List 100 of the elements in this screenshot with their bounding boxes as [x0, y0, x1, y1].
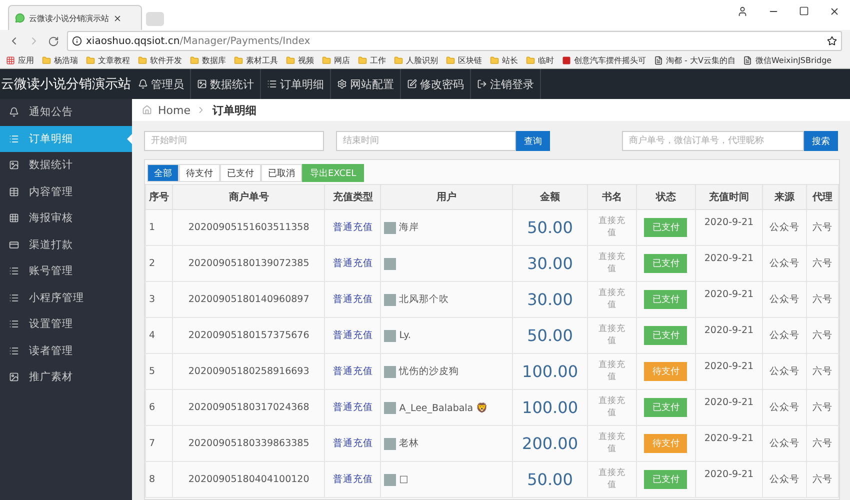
bookmark-link[interactable]: 创意汽车摆件摇头可: [574, 54, 646, 66]
avatar: [384, 330, 396, 342]
recharge-time: 2020-9-21: [703, 361, 755, 372]
sidebar-item[interactable]: 推广素材: [0, 364, 132, 390]
bookmark-link[interactable]: 数据库: [202, 54, 226, 66]
status-badge: 已支付: [644, 254, 688, 273]
book-name: 直接充值: [597, 432, 626, 455]
menu-icon: [9, 240, 19, 250]
column-header: 充值时间: [696, 184, 762, 210]
recharge-time: 2020-9-21: [703, 469, 755, 480]
column-header: 用户: [380, 184, 513, 210]
reload-icon[interactable]: [48, 36, 59, 46]
avatar: [384, 474, 396, 486]
book-name: 直接充值: [597, 360, 626, 383]
sidebar-item[interactable]: 账号管理: [0, 258, 132, 284]
amount: 200.00: [522, 434, 578, 453]
recharge-time: 2020-9-21: [703, 325, 755, 336]
search-button[interactable]: 搜索: [804, 131, 838, 151]
column-header: 充值类型: [324, 184, 381, 210]
query-button[interactable]: 查询: [516, 131, 550, 151]
sidebar-item[interactable]: 读者管理: [0, 338, 132, 364]
menu-icon: [9, 160, 19, 170]
sidebar-item[interactable]: 通知公告: [0, 99, 132, 126]
menu-icon: [9, 134, 19, 144]
folder-icon: [358, 56, 367, 64]
column-header: 金额: [512, 184, 588, 210]
book-name: 直接充值: [597, 216, 626, 239]
filter-tab[interactable]: 已取消: [261, 164, 302, 182]
bookmark-link[interactable]: 视频: [298, 54, 314, 66]
user-name: 忧伤的沙皮狗: [399, 365, 460, 378]
star-icon[interactable]: [827, 36, 837, 46]
bookmark-link[interactable]: 站长: [502, 54, 518, 66]
agent: 六号: [812, 402, 832, 413]
sidebar-item[interactable]: 内容管理: [0, 178, 132, 205]
bookmark-link[interactable]: 网店: [334, 54, 350, 66]
book-name: 直接充值: [597, 468, 626, 491]
filter-tab[interactable]: 全部: [147, 164, 179, 182]
end-time-field[interactable]: 结束时间: [336, 131, 516, 151]
avatar: [384, 366, 396, 378]
avatar: [384, 402, 396, 414]
sidebar-item[interactable]: 设置管理: [0, 311, 132, 338]
close-icon[interactable]: [113, 14, 122, 22]
nav-icon: [197, 79, 207, 89]
book-name: 直接充值: [597, 324, 626, 347]
source: 公众号: [769, 258, 800, 269]
sidebar-item[interactable]: 渠道打款: [0, 232, 132, 258]
profile-icon[interactable]: [737, 6, 748, 17]
bookmark-link[interactable]: 人脸识别: [406, 54, 438, 66]
menu-icon: [9, 213, 19, 224]
agent: 六号: [812, 222, 832, 233]
menu-icon: [9, 107, 19, 118]
status-badge: 待支付: [644, 434, 688, 453]
row-number: 8: [149, 474, 156, 485]
amount: 100.00: [522, 398, 578, 417]
recharge-time: 2020-9-21: [703, 217, 755, 228]
bookmark-link[interactable]: 微信WeixinJSBridge: [755, 54, 832, 66]
sidebar-item[interactable]: 小程序管理: [0, 284, 132, 311]
bookmark-link[interactable]: 淘都 - 大V云集的自: [666, 54, 736, 66]
status-badge: 已支付: [644, 218, 688, 237]
apps-icon: [6, 56, 15, 64]
bookmark-link[interactable]: 应用: [18, 54, 34, 66]
avatar: [384, 222, 396, 234]
bookmark-link[interactable]: 临时: [538, 54, 554, 66]
nav-icon: [477, 79, 487, 89]
tab-title: 云微读小说分销演示站: [29, 12, 109, 24]
row-number: 3: [149, 294, 156, 305]
source: 公众号: [769, 402, 800, 413]
amount: 30.00: [527, 254, 573, 273]
home-icon: [142, 105, 152, 115]
breadcrumb-link[interactable]: Home: [158, 104, 190, 116]
filter-tab[interactable]: 已支付: [220, 164, 261, 182]
column-header: 代理: [806, 184, 838, 210]
row-number: 6: [149, 402, 156, 413]
bookmark-link[interactable]: 素材工具: [246, 54, 278, 66]
bookmark-link[interactable]: 杨浩瑞: [54, 54, 78, 66]
column-header: 状态: [636, 184, 696, 210]
user-name: □: [399, 474, 408, 485]
folder-icon: [138, 56, 147, 64]
search-field[interactable]: 商户单号，微信订单号，代理昵称: [622, 131, 804, 151]
maximize-icon[interactable]: [799, 6, 809, 16]
bookmark-link[interactable]: 区块链: [458, 54, 482, 66]
bookmark-link[interactable]: 工作: [370, 54, 386, 66]
folder-icon: [490, 56, 499, 64]
user-name: Ly.: [399, 330, 411, 341]
filter-tab[interactable]: 待支付: [179, 164, 220, 182]
sidebar-item[interactable]: 海报审核: [0, 205, 132, 232]
agent: 六号: [812, 366, 832, 377]
source: 公众号: [769, 330, 800, 341]
menu-icon: [9, 346, 19, 356]
menu-icon: [9, 186, 19, 197]
address-bar[interactable]: xiaoshuo.qqsiot.cn/Manager/Payments/Index: [67, 31, 842, 51]
user-name: 海岸: [399, 221, 420, 234]
close-icon[interactable]: [829, 6, 840, 17]
bookmark-link[interactable]: 文章教程: [98, 54, 130, 66]
bookmark-link[interactable]: 软件开发: [150, 54, 182, 66]
start-time-field[interactable]: 开始时间: [144, 131, 324, 151]
folder-icon: [446, 56, 455, 64]
browser-tab[interactable]: 云微读小说分销演示站: [8, 5, 142, 30]
sidebar-item[interactable]: 数据统计: [0, 152, 132, 178]
recharge-time: 2020-9-21: [703, 433, 755, 444]
